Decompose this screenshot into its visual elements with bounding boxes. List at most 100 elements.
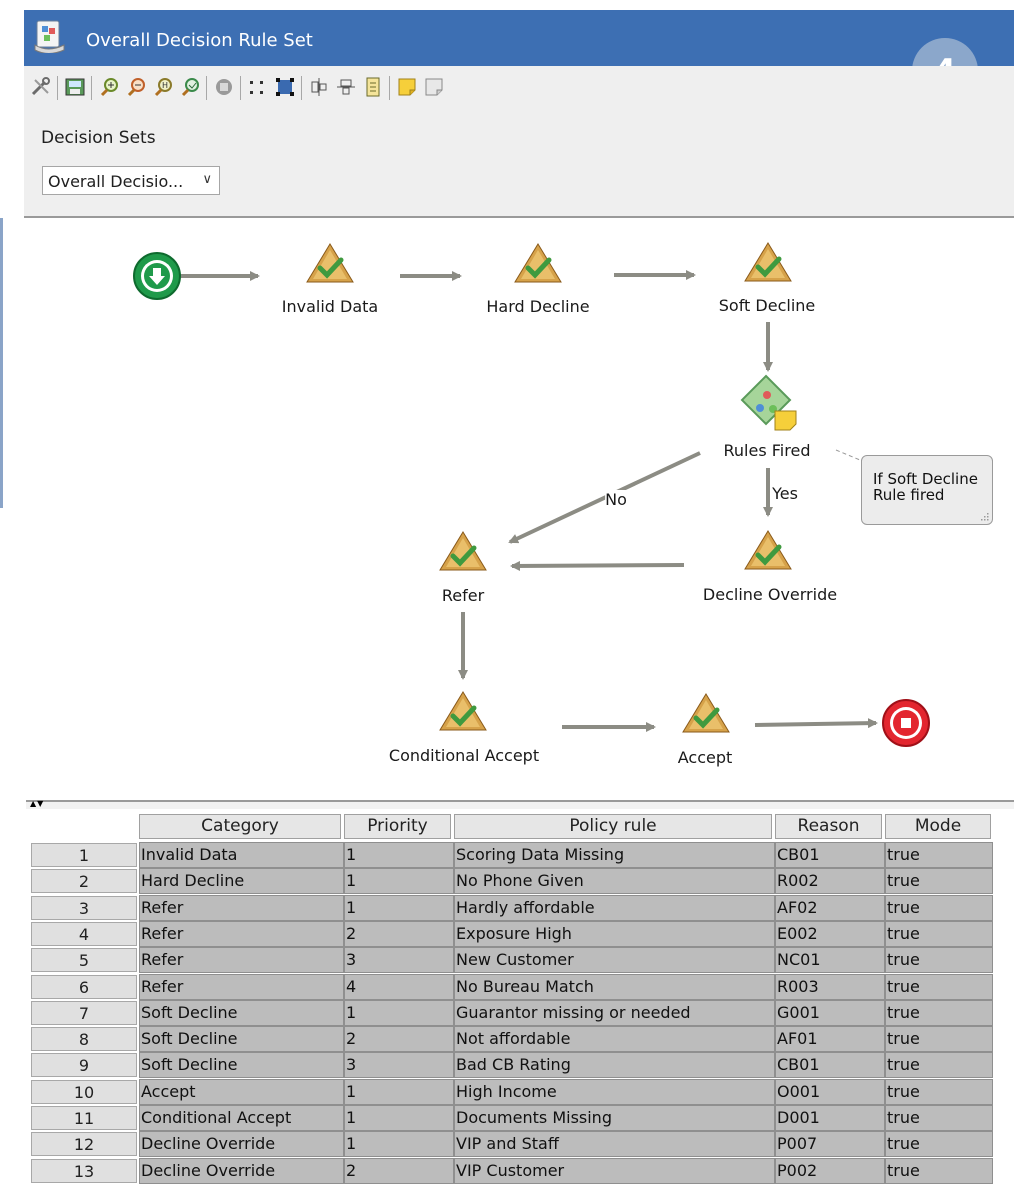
table-cell-mode[interactable]: true [885,1026,993,1053]
table-cell-priority[interactable]: 4 [344,973,454,1000]
table-cell-policy-rule[interactable]: Scoring Data Missing [454,842,775,868]
rules-fired-diamond[interactable] [740,374,797,431]
table-cell-mode[interactable]: true [885,1078,993,1105]
table-cell-priority[interactable]: 2 [344,1157,454,1184]
invalid-data-node[interactable] [307,244,353,282]
table-cell-mode[interactable]: true [885,920,993,947]
table-cell-reason[interactable]: E002 [775,920,885,947]
hard-decline-node[interactable] [515,244,561,282]
table-cell-priority[interactable]: 1 [344,1131,454,1158]
end-node[interactable] [882,699,930,747]
table-cell-priority[interactable]: 3 [344,1052,454,1079]
distribute-icon[interactable] [362,76,384,98]
save-image-icon[interactable] [64,76,86,98]
table-cell-policy-rule[interactable]: No Phone Given [454,868,775,895]
table-cell-mode[interactable]: true [885,1052,993,1079]
zoom-reset-icon[interactable] [179,76,201,98]
accept-node[interactable] [683,694,729,732]
row-index[interactable]: 1 [31,843,137,867]
align-horizontal-icon[interactable] [335,76,357,98]
column-header-mode[interactable]: Mode [885,814,991,839]
table-cell-mode[interactable]: true [885,973,993,1000]
table-cell-reason[interactable]: P007 [775,1131,885,1158]
row-index[interactable]: 11 [31,1106,137,1130]
table-cell-mode[interactable]: true [885,947,993,974]
refer-node[interactable] [440,532,486,570]
note-icon[interactable] [423,76,445,98]
stop-icon[interactable] [213,76,235,98]
row-index[interactable]: 3 [31,895,137,920]
table-cell-policy-rule[interactable]: Bad CB Rating [454,1052,775,1079]
row-index[interactable]: 12 [31,1132,137,1157]
table-cell-reason[interactable]: CB01 [775,1052,885,1079]
grid-icon[interactable] [247,76,269,98]
select-all-icon[interactable] [274,76,296,98]
table-cell-category[interactable]: Refer [139,947,344,974]
conditional-accept-node[interactable] [440,692,486,730]
zoom-out-icon[interactable] [125,76,147,98]
table-cell-priority[interactable]: 1 [344,999,454,1026]
table-cell-policy-rule[interactable]: No Bureau Match [454,973,775,1000]
start-node[interactable] [133,252,181,300]
table-cell-priority[interactable]: 1 [344,1078,454,1105]
zoom-in-icon[interactable] [98,76,120,98]
decision-sets-select[interactable]: Overall Decisio... ∨ [42,166,220,195]
table-cell-category[interactable]: Decline Override [139,1157,344,1184]
table-cell-mode[interactable]: true [885,1157,993,1184]
table-cell-reason[interactable]: NC01 [775,947,885,974]
zoom-fit-icon[interactable]: H [152,76,174,98]
table-cell-category[interactable]: Soft Decline [139,999,344,1026]
column-header-priority[interactable]: Priority [344,814,451,839]
row-index[interactable]: 5 [31,948,137,973]
soft-decline-node[interactable] [745,243,791,281]
table-cell-mode[interactable]: true [885,842,993,868]
table-cell-category[interactable]: Refer [139,894,344,921]
tools-icon[interactable] [30,76,52,98]
table-cell-reason[interactable]: G001 [775,999,885,1026]
table-cell-reason[interactable]: R003 [775,973,885,1000]
table-cell-priority[interactable]: 1 [344,894,454,921]
table-cell-category[interactable]: Accept [139,1078,344,1105]
table-cell-category[interactable]: Soft Decline [139,1052,344,1079]
table-cell-reason[interactable]: P002 [775,1157,885,1184]
table-cell-reason[interactable]: O001 [775,1078,885,1105]
column-header-reason[interactable]: Reason [775,814,882,839]
column-header-policy-rule[interactable]: Policy rule [454,814,772,839]
row-index[interactable]: 7 [31,1000,137,1025]
table-cell-mode[interactable]: true [885,868,993,895]
table-cell-mode[interactable]: true [885,894,993,921]
decline-override-node[interactable] [745,531,791,569]
row-index[interactable]: 8 [31,1027,137,1052]
note-add-icon[interactable] [396,76,418,98]
table-cell-policy-rule[interactable]: VIP Customer [454,1157,775,1184]
table-cell-policy-rule[interactable]: Hardly affordable [454,894,775,921]
row-index[interactable]: 2 [31,869,137,894]
table-cell-policy-rule[interactable]: Documents Missing [454,1105,775,1131]
table-cell-reason[interactable]: D001 [775,1105,885,1131]
align-vertical-icon[interactable] [308,76,330,98]
row-index[interactable]: 6 [31,974,137,999]
table-cell-policy-rule[interactable]: Guarantor missing or needed [454,999,775,1026]
table-cell-reason[interactable]: R002 [775,868,885,895]
row-index[interactable]: 4 [31,921,137,946]
table-cell-category[interactable]: Refer [139,920,344,947]
splitter-arrows-icon[interactable]: ▲▼ [30,799,44,808]
table-cell-category[interactable]: Soft Decline [139,1026,344,1053]
table-cell-priority[interactable]: 1 [344,868,454,895]
table-cell-policy-rule[interactable]: Not affordable [454,1026,775,1053]
table-cell-priority[interactable]: 1 [344,842,454,868]
table-cell-category[interactable]: Conditional Accept [139,1105,344,1131]
table-cell-reason[interactable]: AF02 [775,894,885,921]
table-cell-mode[interactable]: true [885,1131,993,1158]
table-cell-reason[interactable]: AF01 [775,1026,885,1053]
column-header-category[interactable]: Category [139,814,341,839]
table-cell-priority[interactable]: 2 [344,1026,454,1053]
table-cell-category[interactable]: Hard Decline [139,868,344,895]
row-index[interactable]: 9 [31,1053,137,1078]
table-cell-policy-rule[interactable]: Exposure High [454,920,775,947]
row-index[interactable]: 13 [31,1158,137,1183]
table-cell-mode[interactable]: true [885,999,993,1026]
table-cell-policy-rule[interactable]: New Customer [454,947,775,974]
table-cell-priority[interactable]: 2 [344,920,454,947]
row-index[interactable]: 10 [31,1079,137,1104]
